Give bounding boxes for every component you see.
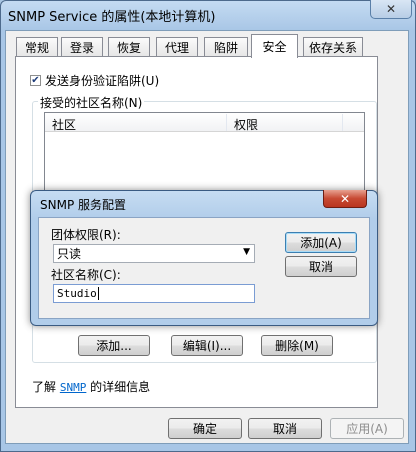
tab-recovery[interactable]: 恢复 — [108, 37, 150, 57]
window-title: SNMP Service 的属性(本地计算机) — [8, 10, 216, 25]
community-name-label: 社区名称(C): — [51, 268, 121, 282]
apply-button[interactable]: 应用(A) — [330, 418, 404, 439]
ok-button[interactable]: 确定 — [168, 418, 242, 439]
column-separator — [342, 114, 343, 131]
learn-more-prefix: 了解 — [32, 380, 57, 394]
snmp-config-dialog: SNMP 服务配置 ✕ 团体权限(R): 只读 ▼ 社区名称(C): Studi… — [30, 190, 378, 326]
tab-logon[interactable]: 登录 — [61, 37, 103, 57]
column-header-community[interactable]: 社区 — [52, 116, 76, 133]
cancel-button[interactable]: 取消 — [248, 418, 322, 439]
tab-agent[interactable]: 代理 — [156, 37, 198, 57]
snmp-help-link[interactable]: SNMP — [60, 381, 87, 394]
rights-select[interactable]: 只读 ▼ — [53, 244, 255, 263]
tab-general[interactable]: 常规 — [16, 37, 58, 57]
community-name-input[interactable]: Studio — [53, 284, 255, 303]
communities-group-label: 接受的社区名称(N) — [38, 94, 145, 111]
learn-more-text: 了解 SNMP 的详细信息 — [32, 378, 150, 395]
dialog-cancel-button[interactable]: 取消 — [285, 256, 357, 277]
tab-traps[interactable]: 陷阱 — [204, 37, 248, 57]
window-close-button[interactable]: ✕ — [370, 0, 412, 19]
communities-list-header — [45, 113, 364, 132]
text-caret — [97, 287, 99, 300]
dropdown-arrow-icon: ▼ — [243, 247, 250, 257]
tab-security[interactable]: 安全 — [251, 34, 298, 58]
checkmark-icon: ✔ — [31, 74, 40, 86]
column-header-rights[interactable]: 权限 — [234, 116, 258, 133]
learn-more-suffix: 的详细信息 — [90, 380, 151, 394]
send-auth-trap-label: 发送身份验证陷阱(U) — [45, 74, 160, 88]
community-name-value: Studio — [57, 287, 97, 300]
remove-community-button[interactable]: 删除(M) — [261, 335, 333, 356]
rights-selected-value: 只读 — [57, 247, 82, 261]
dialog-client-area: 团体权限(R): 只读 ▼ 社区名称(C): Studio 添加(A) 取消 — [38, 217, 370, 319]
close-icon: ✕ — [339, 191, 351, 206]
tab-dependencies[interactable]: 依存关系 — [303, 37, 363, 57]
dialog-title: SNMP 服务配置 — [40, 198, 126, 212]
column-separator — [226, 114, 227, 131]
send-auth-trap-option[interactable]: ✔ 发送身份验证陷阱(U) — [30, 72, 159, 89]
add-community-button[interactable]: 添加... — [78, 335, 150, 356]
rights-label: 团体权限(R): — [51, 228, 121, 242]
close-icon: ✕ — [385, 2, 397, 16]
dialog-add-button[interactable]: 添加(A) — [285, 232, 357, 253]
send-auth-trap-checkbox[interactable]: ✔ — [30, 75, 41, 86]
edit-community-button[interactable]: 编辑(I)... — [171, 335, 243, 356]
dialog-close-button[interactable]: ✕ — [323, 190, 367, 208]
